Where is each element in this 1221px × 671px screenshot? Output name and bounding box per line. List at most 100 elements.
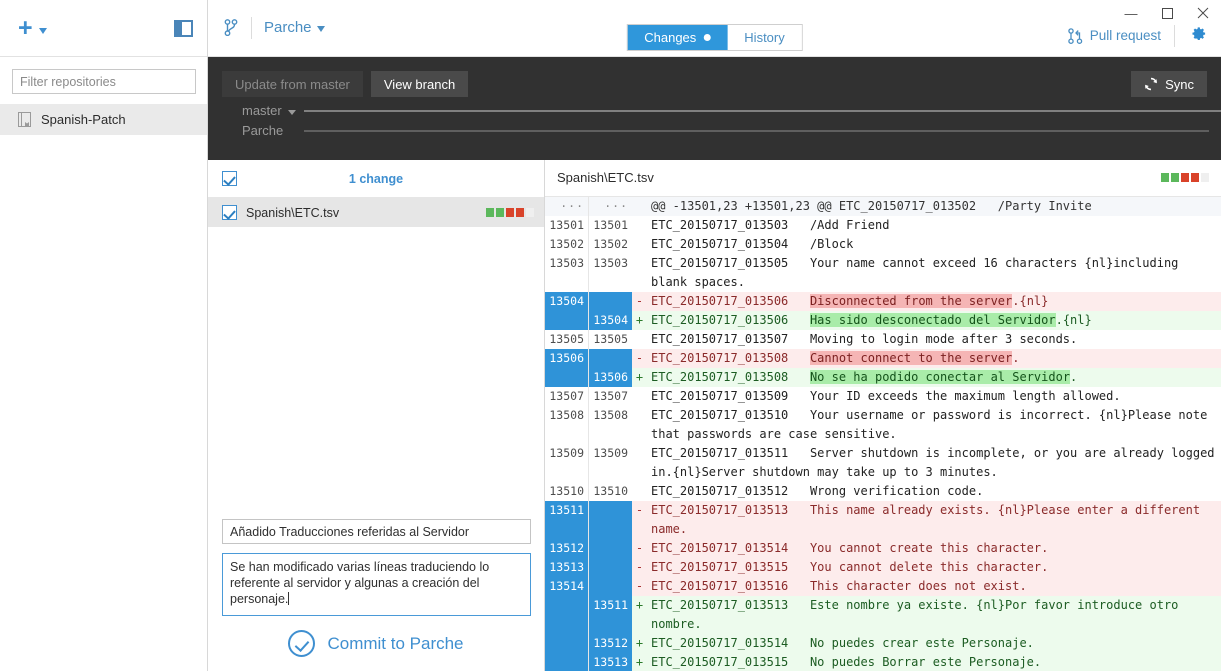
diff-line-text: ETC_20150717_013515 You cannot delete th… [647,557,1221,577]
text-cursor [288,592,290,605]
diff-gutter-new [589,291,632,311]
sidebar-item-spanish-patch[interactable]: Spanish-Patch [0,104,207,135]
diff-gutter-old: 13504 [545,291,588,311]
graph-row-parche-label: Parche [242,123,284,138]
diff-line-text: ETC_20150717_013511 Server shutdown is i… [647,443,1221,482]
chevron-down-icon [316,26,325,32]
stat-square-del [506,208,514,217]
diff-gutter-old: 13508 [545,405,588,444]
filter-repositories-input[interactable] [12,69,196,94]
diff-line-hunk: ··· ··· @@ -13501,23 +13501,23 @@ ETC_2015… [545,196,1221,216]
diff-line-sign [632,234,647,254]
divider [1174,24,1175,47]
commit-summary-input[interactable] [222,519,531,544]
stat-square-add [1161,173,1169,183]
diff-line-del: 13504 - ETC_20150717_013506 Disconnected f… [545,291,1221,311]
commit-description-input[interactable]: Se han modificado varias líneas traducie… [222,553,531,616]
view-branch-button[interactable]: View branch [370,71,469,97]
tab-history[interactable]: History [727,25,802,50]
check-circle-icon [288,630,316,657]
diff-line-del: 13511 - ETC_20150717_013513 This name alre… [545,500,1221,539]
diff-gutter-new: 13508 [589,405,632,444]
graph-row-parche: Parche [242,123,283,138]
diff-line-text: ETC_20150717_013508 No se ha podido cone… [647,367,1221,387]
diff-line-add: 13513 + ETC_20150717_013515 No puedes Borr… [545,652,1221,671]
changes-header: 1 change [208,160,544,198]
maximize-icon[interactable] [1149,0,1185,26]
diff-gutter-old [545,595,588,634]
diff-gutter-new: 13510 [589,481,632,501]
current-branch[interactable]: Parche [264,19,325,36]
panel-toggle-icon[interactable] [174,19,193,37]
diff-gutter-new: ··· [589,196,632,216]
diff-gutter-new [589,500,632,539]
diff-line-sign [632,481,647,501]
diff-gutter-old: 13512 [545,538,588,558]
diff-line-sign [632,386,647,406]
diff-line-text: ETC_20150717_013505 Your name cannot exc… [647,253,1221,292]
tab-changes-label: Changes [644,30,697,45]
diff-gutter-old: 13510 [545,481,588,501]
diff-gutter-old: 13502 [545,234,588,254]
diff-line-sign: - [632,557,647,577]
commit-form: Se han modificado varias líneas traducie… [208,519,544,671]
graph-row-master-label: master [242,103,282,118]
stat-square-del [1191,173,1199,183]
diff-line-del: 13506 - ETC_20150717_013508 Cannot connect… [545,348,1221,368]
stat-square-none [526,208,534,217]
diff-file-name: Spanish\ETC.tsv [557,170,654,186]
diff-header: Spanish\ETC.tsv [545,160,1221,197]
divider [251,16,252,39]
right-region: — Parche Changes History Pull request Up… [208,0,1221,671]
select-all-checkbox[interactable] [222,171,237,186]
diff-line-sign: + [632,652,647,671]
minimize-icon[interactable]: — [1113,0,1149,26]
stat-square-add [496,208,504,217]
app-root: + Spanish-Patch — [0,0,1221,671]
diff-line-add: 13511 + ETC_20150717_013513 Este nombre ya… [545,595,1221,634]
list-item[interactable]: Spanish\ETC.tsv [208,198,544,227]
pull-request-button[interactable]: Pull request [1067,27,1161,44]
diff-line-text: ETC_20150717_013516 This character does … [647,576,1221,596]
gear-icon[interactable] [1188,26,1207,45]
diff-gutter-new: 13512 [589,633,632,653]
tab-changes[interactable]: Changes [627,25,728,50]
diff-line-text: ETC_20150717_013510 Your username or pas… [647,405,1221,444]
diff-line-sign: + [632,367,647,387]
diff-line-text: ETC_20150717_013508 Cannot connect to th… [647,348,1221,368]
sidebar-item-label: Spanish-Patch [41,112,126,127]
branch-selector[interactable]: Parche [224,16,325,39]
diff-word-highlight: No se ha podido conectar al Servidor [809,369,1071,384]
diff-line-ctx: 13508 13508 ETC_20150717_013510 Your usern… [545,405,1221,444]
commit-button[interactable]: Commit to Parche [222,630,530,657]
stat-square-add [486,208,494,217]
file-checkbox[interactable] [222,205,237,220]
close-icon[interactable] [1185,0,1221,26]
branch-graph: master Parche [208,103,1221,155]
diff-gutter-new: 13506 [589,367,632,387]
diff-line-ctx: 13507 13507 ETC_20150717_013509 Your ID ex… [545,386,1221,406]
diff-gutter-new: 13503 [589,253,632,292]
diff-line-text: ETC_20150717_013503 /Add Friend [647,215,1221,235]
stat-square-add [1171,173,1179,183]
sync-button[interactable]: Sync [1131,71,1207,97]
diff-panel: Spanish\ETC.tsv ··· ··· @@ -13501,23 +1350… [545,160,1221,671]
stat-square-del [516,208,524,217]
diff-line-del: 13514 - ETC_20150717_013516 This character… [545,576,1221,596]
tab-history-label: History [744,30,785,45]
diff-gutter-old: 13503 [545,253,588,292]
plus-icon: + [18,13,33,42]
diff-gutter-new [589,538,632,558]
update-from-master-button[interactable]: Update from master [222,71,363,97]
diff-body[interactable]: ··· ··· @@ -13501,23 +13501,23 @@ ETC_2015… [545,196,1221,671]
diff-line-text: ETC_20150717_013506 Disconnected from th… [647,291,1221,311]
diff-gutter-old [545,633,588,653]
add-repository-button[interactable]: + [18,13,47,42]
diff-line-sign [632,405,647,444]
diff-word-highlight: Disconnected from the server [809,293,1013,308]
diff-line-sign: + [632,633,647,653]
diff-gutter-old: 13513 [545,557,588,577]
chevron-down-icon [287,109,296,115]
graph-row-master[interactable]: master [242,103,296,118]
diff-gutter-old [545,652,588,671]
